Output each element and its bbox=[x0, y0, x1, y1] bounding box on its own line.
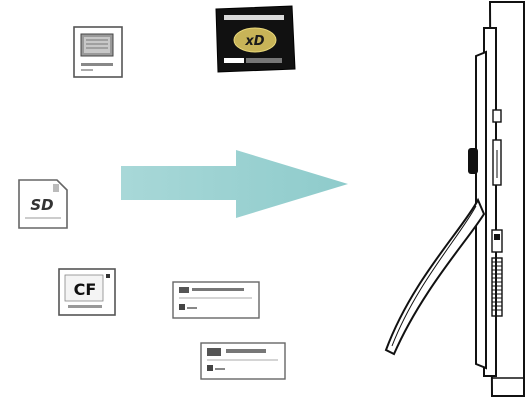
memory-stick-duo-card-icon bbox=[200, 342, 286, 380]
sd-logo-text: SD bbox=[30, 196, 53, 214]
cf-logo-text: CF bbox=[74, 280, 97, 299]
memory-stick-pro-card bbox=[170, 279, 262, 321]
insert-arrow-icon bbox=[121, 150, 348, 218]
memory-stick-pro-card-icon bbox=[172, 281, 260, 319]
xd-picture-card: xD bbox=[212, 3, 298, 75]
photo-frame-device bbox=[372, 0, 529, 399]
insert-arrow bbox=[118, 148, 350, 220]
sd-card: SD bbox=[15, 176, 71, 232]
compact-flash-card-icon: CF bbox=[58, 268, 116, 316]
card-insertion-diagram: xD SD CF bbox=[0, 0, 529, 399]
compact-flash-card: CF bbox=[56, 266, 118, 318]
xd-picture-card-icon: xD bbox=[215, 5, 296, 73]
photo-frame-side-view-icon bbox=[384, 1, 525, 397]
memory-stick-duo-card bbox=[198, 340, 288, 382]
xd-logo-text: xD bbox=[244, 34, 264, 49]
memory-stick-card bbox=[71, 25, 125, 79]
sd-card-icon: SD bbox=[18, 179, 68, 229]
memory-stick-card-icon bbox=[73, 26, 123, 78]
